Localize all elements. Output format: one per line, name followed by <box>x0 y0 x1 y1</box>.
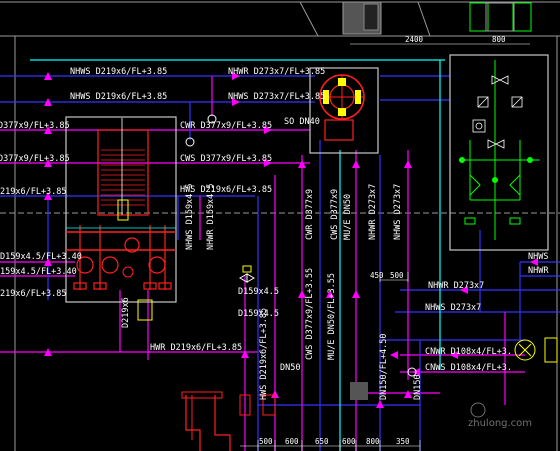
dim-350: 350 <box>396 437 410 446</box>
label-nhwr-right: NHWR <box>528 266 549 276</box>
heat-exchanger-unit <box>65 116 177 321</box>
label-d377-left-b: D377x9/FL+3.85 <box>0 154 70 164</box>
label-dn150-fl-vert: DN150/FL+4.50 <box>379 333 389 400</box>
label-cws-d377-vert: CWS D377x9/FL+3.55 <box>305 268 315 360</box>
label-d219-left: 219x6/FL+3.85 <box>0 187 67 197</box>
label-nhws-right: NHWS <box>528 252 548 262</box>
dim-500-mid: 500 <box>390 271 404 280</box>
label-nhws-d219-second: NHWS D219x6/FL+3.85 <box>70 92 167 102</box>
dim-600-b: 600 <box>342 437 356 446</box>
top-equipment-markers <box>469 2 532 32</box>
label-dn150-vert: DN150 <box>413 374 423 400</box>
watermark: zhulong.com <box>468 402 532 429</box>
label-mu-e-dn50-vert-2: MU/E DN50 <box>343 194 353 240</box>
label-cwr-d377-vert: CWR D377x9 <box>305 189 315 240</box>
label-cws-d377-vert-2: CWS D377x9 <box>330 189 340 240</box>
cad-drawing-canvas: NHWS D219x6/FL+3.85 NHWS D219x6/FL+3.85 … <box>0 0 560 451</box>
label-cwr-d377: CWR D377x9/FL+3.85 <box>180 121 272 131</box>
label-nhws-d273-h: NHWS D273x7 <box>425 303 481 313</box>
dim-600-a: 600 <box>285 437 299 446</box>
label-nhws-d219-top: NHWS D219x6/FL+3.85 <box>70 67 167 77</box>
dim-450: 450 <box>370 271 384 280</box>
label-d159-b: 159x4.5/FL+3.40 <box>0 267 77 277</box>
label-d219-c: 219x6/FL+3.85 <box>0 289 67 299</box>
label-nhwr-d159-vert: NHWR D159x4.5 <box>206 183 216 250</box>
label-nhws-d273: NHWS D273x7/FL+3.85 <box>228 92 325 102</box>
watermark-text: zhulong.com <box>468 418 532 429</box>
label-dn50: DN50 <box>280 363 300 373</box>
label-nhws-d273-vert: NHWS D273x7 <box>393 184 403 240</box>
label-cnwr-d108: CNWR D108x4/FL+3. <box>425 347 512 357</box>
label-d377-left-a: D377x9/FL+3.85 <box>0 121 70 131</box>
label-d219x6-vert: D219x6 <box>121 297 131 328</box>
label-hws-d219-vert: HWS D219x6/FL+3.85 <box>259 308 269 400</box>
label-nhwr-d273: NHWR D273x7/FL+3.85 <box>228 67 325 77</box>
label-cws-d377: CWS D377x9/FL+3.85 <box>180 154 272 164</box>
label-hwr-d219: HWR D219x6/FL+3.85 <box>150 343 242 353</box>
label-nhwr-d273-h: NHWR D273x7 <box>428 281 484 291</box>
dim-650: 650 <box>315 437 329 446</box>
label-nhwr-d273-vert: NHWR D273x7 <box>368 184 378 240</box>
label-d159-a: D159x4.5/FL+3.40 <box>0 252 82 262</box>
label-d159-small-a: D159x4.5 <box>238 287 279 297</box>
dim-500-bottom: 500 <box>259 437 273 446</box>
dim-2400: 2400 <box>405 35 424 44</box>
right-valve-panel <box>449 54 549 251</box>
dim-800-bottom: 800 <box>366 437 380 446</box>
label-so-dn40: SO DN40 <box>284 117 320 127</box>
label-mu-e-dn50-vert: MU/E DN50/FL+3.55 <box>327 273 337 360</box>
label-cnws-d108: CNWS D108x4/FL+3. <box>425 363 512 373</box>
label-nhws-d159-vert: NHWS D159x4.5 <box>185 183 195 250</box>
dim-800-top: 800 <box>492 35 506 44</box>
